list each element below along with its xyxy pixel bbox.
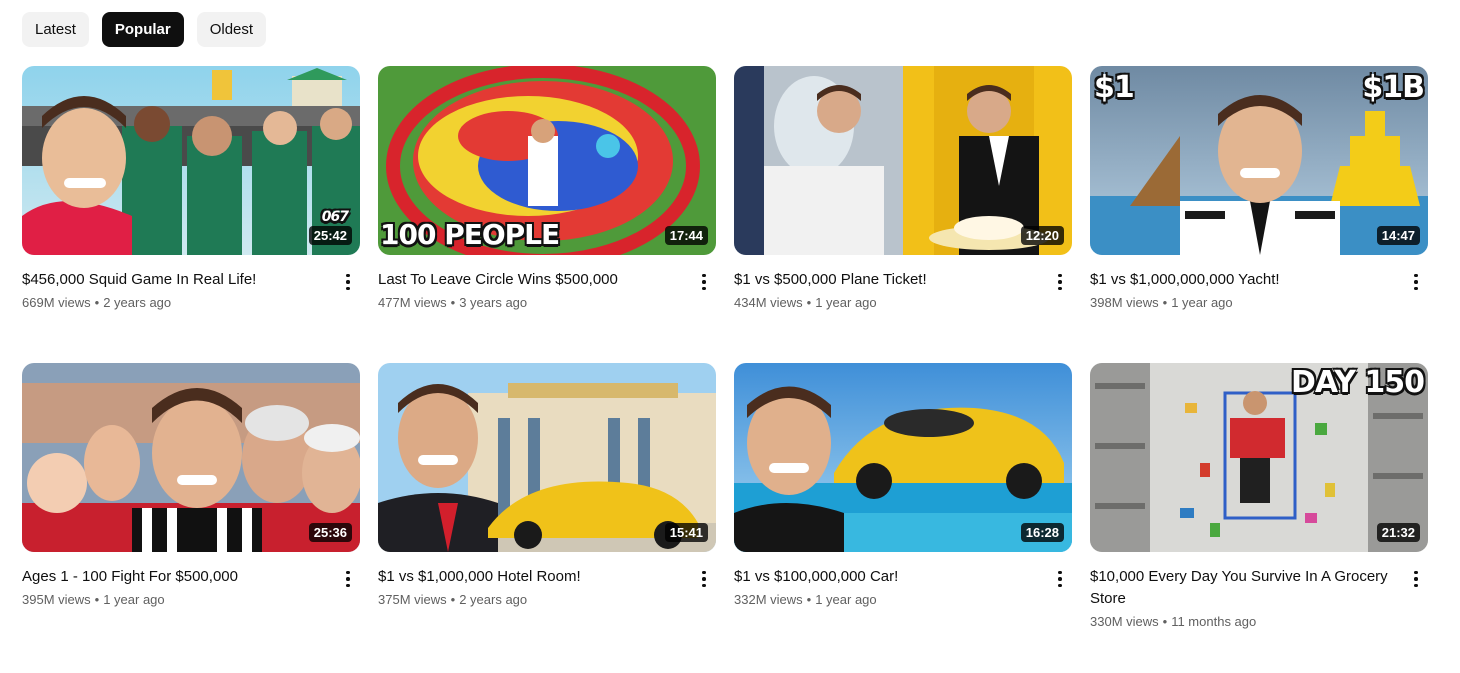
more-vert-icon[interactable] [340,568,356,590]
view-count: 330M views [1090,614,1159,629]
thumbnail-overlay-number: 067 [321,209,349,225]
channel-videos-page: Latest Popular Oldest 067 25:42 $456,000… [0,0,1460,673]
separator-dot: • [1162,614,1168,629]
video-card: 100 PEOPLE 17:44 Last To Leave Circle Wi… [378,66,716,363]
video-thumbnail[interactable]: 16:28 [734,363,1072,552]
video-stats: 332M views • 1 year ago [734,592,1036,607]
video-meta: Ages 1 - 100 Fight For $500,000 395M vie… [22,552,360,607]
separator-dot: • [450,295,456,310]
video-title[interactable]: Last To Leave Circle Wins $500,000 [378,269,680,291]
more-vert-icon[interactable] [696,271,712,293]
separator-dot: • [450,592,456,607]
video-card: $1 $1B 14:47 $1 vs $1,000,000,000 Yacht!… [1090,66,1428,363]
video-meta: $1 vs $1,000,000,000 Yacht! 398M views •… [1090,255,1428,310]
video-card: DAY 150 21:32 $10,000 Every Day You Surv… [1090,363,1428,660]
video-thumbnail[interactable]: DAY 150 21:32 [1090,363,1428,552]
more-vert-icon[interactable] [1052,271,1068,293]
separator-dot: • [1162,295,1168,310]
separator-dot: • [806,295,812,310]
video-stats: 330M views • 11 months ago [1090,614,1392,629]
chip-oldest[interactable]: Oldest [196,12,267,47]
video-title[interactable]: $1 vs $500,000 Plane Ticket! [734,269,1036,291]
upload-age: 1 year ago [815,592,877,607]
video-stats: 434M views • 1 year ago [734,295,1036,310]
upload-age: 2 years ago [103,295,172,310]
video-card: 16:28 $1 vs $100,000,000 Car! 332M views… [734,363,1072,660]
video-thumbnail[interactable]: 12:20 [734,66,1072,255]
more-vert-icon[interactable] [340,271,356,293]
video-meta: $10,000 Every Day You Survive In A Groce… [1090,552,1428,629]
video-stats: 669M views • 2 years ago [22,295,324,310]
video-title[interactable]: $456,000 Squid Game In Real Life! [22,269,324,291]
view-count: 477M views [378,295,447,310]
video-stats: 398M views • 1 year ago [1090,295,1392,310]
video-thumbnail[interactable]: $1 $1B 14:47 [1090,66,1428,255]
video-thumbnail[interactable]: 100 PEOPLE 17:44 [378,66,716,255]
video-thumbnail[interactable]: 067 25:42 [22,66,360,255]
thumbnail-overlay-text: DAY 150 [1290,365,1425,400]
thumbnail-overlay-right: $1B [1362,70,1425,105]
video-title[interactable]: Ages 1 - 100 Fight For $500,000 [22,566,324,588]
duration-badge: 14:47 [1376,226,1420,245]
video-thumbnail[interactable]: 15:41 [378,363,716,552]
more-vert-icon[interactable] [696,568,712,590]
upload-age: 11 months ago [1171,614,1257,629]
duration-badge: 25:36 [308,523,352,542]
video-title[interactable]: $1 vs $1,000,000,000 Yacht! [1090,269,1392,291]
video-stats: 375M views • 2 years ago [378,592,680,607]
video-meta: $1 vs $100,000,000 Car! 332M views • 1 y… [734,552,1072,607]
view-count: 398M views [1090,295,1159,310]
video-card: 067 25:42 $456,000 Squid Game In Real Li… [22,66,360,363]
video-card: 12:20 $1 vs $500,000 Plane Ticket! 434M … [734,66,1072,363]
video-meta: Last To Leave Circle Wins $500,000 477M … [378,255,716,310]
video-thumbnail[interactable]: 25:36 [22,363,360,552]
duration-badge: 21:32 [1376,523,1420,542]
more-vert-icon[interactable] [1408,271,1424,293]
chip-popular[interactable]: Popular [101,12,184,47]
video-card: 25:36 Ages 1 - 100 Fight For $500,000 39… [22,363,360,660]
duration-badge: 25:42 [308,226,352,245]
thumbnail-overlay-left: $1 [1094,70,1135,105]
duration-badge: 12:20 [1020,226,1064,245]
separator-dot: • [94,295,100,310]
thumbnail-overlay-text: 100 PEOPLE [380,218,560,251]
sort-chips: Latest Popular Oldest [22,12,267,47]
upload-age: 2 years ago [459,592,528,607]
video-meta: $1 vs $1,000,000 Hotel Room! 375M views … [378,552,716,607]
video-title[interactable]: $1 vs $1,000,000 Hotel Room! [378,566,680,588]
duration-badge: 16:28 [1020,523,1064,542]
view-count: 395M views [22,592,91,607]
upload-age: 1 year ago [103,592,165,607]
more-vert-icon[interactable] [1052,568,1068,590]
view-count: 375M views [378,592,447,607]
video-grid: 067 25:42 $456,000 Squid Game In Real Li… [22,66,1428,660]
more-vert-icon[interactable] [1408,568,1424,590]
chip-latest[interactable]: Latest [22,12,89,47]
view-count: 669M views [22,295,91,310]
view-count: 332M views [734,592,803,607]
video-stats: 395M views • 1 year ago [22,592,324,607]
upload-age: 1 year ago [1171,295,1233,310]
video-card: 15:41 $1 vs $1,000,000 Hotel Room! 375M … [378,363,716,660]
duration-badge: 15:41 [664,523,708,542]
duration-badge: 17:44 [664,226,708,245]
separator-dot: • [94,592,100,607]
video-meta: $456,000 Squid Game In Real Life! 669M v… [22,255,360,310]
video-meta: $1 vs $500,000 Plane Ticket! 434M views … [734,255,1072,310]
upload-age: 3 years ago [459,295,528,310]
separator-dot: • [806,592,812,607]
upload-age: 1 year ago [815,295,877,310]
video-stats: 477M views • 3 years ago [378,295,680,310]
view-count: 434M views [734,295,803,310]
video-title[interactable]: $10,000 Every Day You Survive In A Groce… [1090,566,1392,610]
video-title[interactable]: $1 vs $100,000,000 Car! [734,566,1036,588]
